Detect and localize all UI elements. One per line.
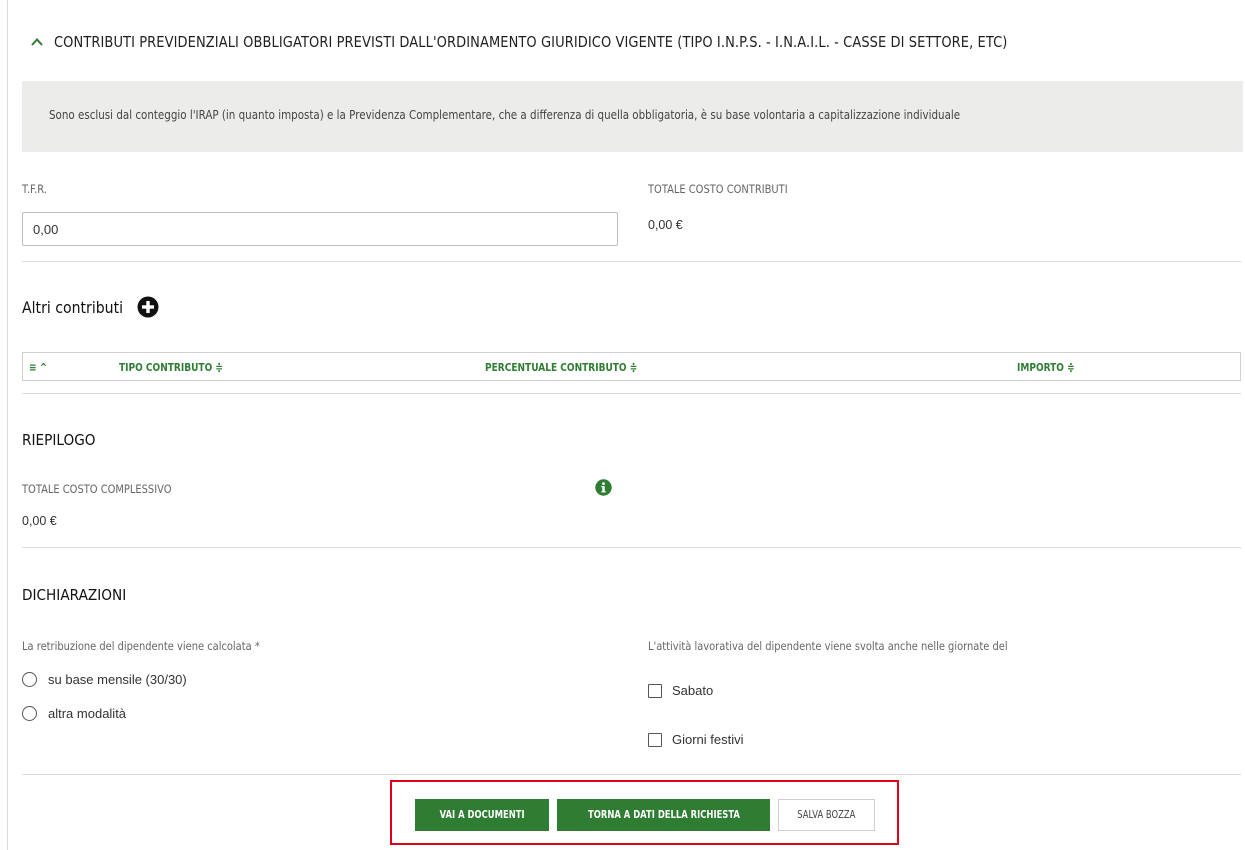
checkbox-label: Sabato bbox=[672, 683, 714, 698]
vai-a-documenti-button[interactable]: VAI A DOCUMENTI bbox=[415, 799, 549, 831]
checkbox[interactable] bbox=[648, 683, 662, 698]
salva-bozza-button[interactable]: SALVA BOZZA bbox=[778, 799, 875, 831]
chevron-up-icon[interactable] bbox=[30, 35, 44, 49]
left-border bbox=[7, 0, 8, 850]
radio-label: altra modalità bbox=[48, 706, 127, 721]
checkbox[interactable] bbox=[648, 732, 662, 747]
attivita-label: L'attività lavorativa del dipendente vie… bbox=[648, 639, 1008, 653]
divider bbox=[22, 261, 1241, 262]
contributi-table-header: ≡ ^ TIPO CONTRIBUTO ≑ PERCENTUALE CONTRI… bbox=[22, 352, 1241, 381]
torna-a-dati-richiesta-button[interactable]: TORNA A DATI DELLA RICHIESTA bbox=[557, 799, 770, 831]
radio-button[interactable] bbox=[22, 672, 37, 687]
totale-complessivo-label: TOTALE COSTO COMPLESSIVO bbox=[22, 482, 172, 496]
info-icon[interactable] bbox=[595, 479, 612, 496]
divider bbox=[22, 393, 1241, 394]
divider bbox=[22, 774, 1241, 775]
section-title: CONTRIBUTI PREVIDENZIALI OBBLIGATORI PRE… bbox=[54, 33, 1008, 51]
info-note: Sono esclusi dal conteggio l'IRAP (in qu… bbox=[22, 81, 1243, 152]
section-header[interactable]: CONTRIBUTI PREVIDENZIALI OBBLIGATORI PRE… bbox=[30, 33, 1189, 51]
totale-complessivo-value: 0,00 € bbox=[22, 514, 57, 528]
radio-option-altra[interactable]: altra modalità bbox=[22, 706, 126, 721]
altri-contributi-header: Altri contributi bbox=[22, 296, 159, 318]
checkbox-option-festivi[interactable]: Giorni festivi bbox=[648, 732, 744, 747]
button-label: SALVA BOZZA bbox=[797, 809, 856, 821]
tfr-input[interactable] bbox=[22, 212, 618, 246]
button-label: VAI A DOCUMENTI bbox=[439, 809, 525, 821]
totale-contributi-label: TOTALE COSTO CONTRIBUTI bbox=[648, 182, 788, 196]
add-contributo-icon[interactable] bbox=[137, 296, 159, 318]
retribuzione-label: La retribuzione del dipendente viene cal… bbox=[22, 639, 260, 653]
riepilogo-title: RIEPILOGO bbox=[22, 431, 96, 449]
divider bbox=[22, 547, 1241, 548]
dichiarazioni-title: DICHIARAZIONI bbox=[22, 586, 127, 604]
altri-contributi-title: Altri contributi bbox=[22, 297, 124, 317]
col-percentuale-contributo[interactable]: PERCENTUALE CONTRIBUTO ≑ bbox=[485, 361, 637, 374]
col-importo[interactable]: IMPORTO ≑ bbox=[1017, 361, 1075, 374]
totale-contributi-value: 0,00 € bbox=[648, 218, 683, 232]
radio-label: su base mensile (30/30) bbox=[48, 672, 187, 687]
radio-option-mensile[interactable]: su base mensile (30/30) bbox=[22, 672, 187, 687]
col-tipo-contributo[interactable]: TIPO CONTRIBUTO ≑ bbox=[119, 361, 223, 374]
button-label: TORNA A DATI DELLA RICHIESTA bbox=[587, 809, 740, 821]
info-note-text: Sono esclusi dal conteggio l'IRAP (in qu… bbox=[49, 108, 961, 122]
sort-index-header[interactable]: ≡ ^ bbox=[29, 361, 47, 374]
checkbox-label: Giorni festivi bbox=[672, 732, 744, 747]
checkbox-option-sabato[interactable]: Sabato bbox=[648, 683, 713, 698]
tfr-label: T.F.R. bbox=[22, 182, 47, 196]
radio-button[interactable] bbox=[22, 706, 37, 721]
